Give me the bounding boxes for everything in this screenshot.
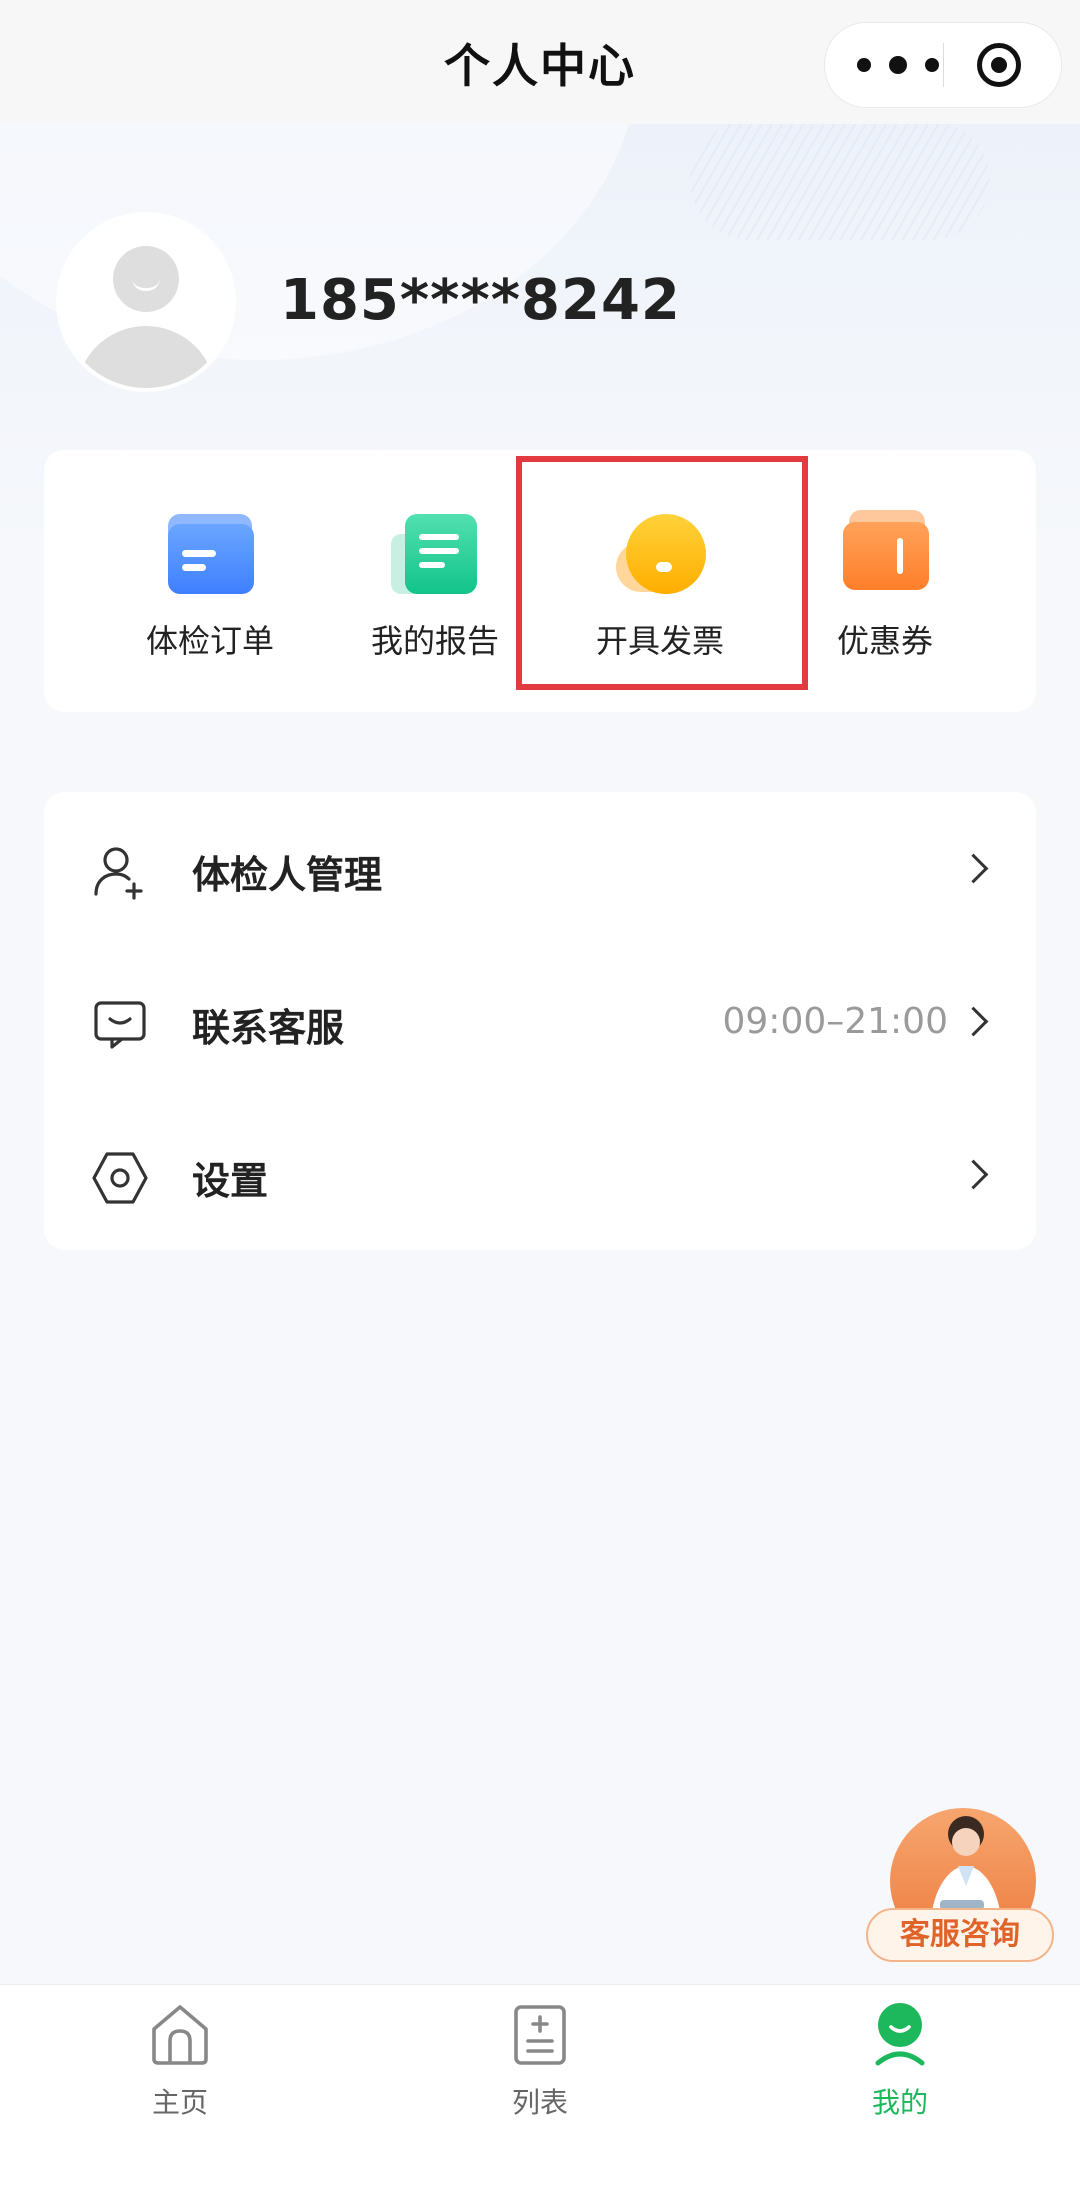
coupon-icon: [841, 508, 929, 596]
capsule-divider: [943, 43, 944, 87]
settings-hexagon-icon: [92, 1152, 148, 1204]
support-float-button[interactable]: 客服咨询: [866, 1790, 1056, 1970]
avatar-body: [76, 326, 216, 388]
tab-label: 主页: [151, 2086, 208, 2119]
tab-home[interactable]: 主页: [80, 1985, 280, 2135]
menu-item-contact-service[interactable]: 联系客服 09:00–21:00: [44, 945, 1036, 1097]
add-person-icon: [94, 847, 143, 900]
menu-item-examinee-management[interactable]: 体检人管理: [44, 792, 1036, 944]
nav-bar: 个人中心: [0, 0, 1080, 124]
service-hours: 09:00–21:00: [722, 1001, 949, 1042]
highlight-box: [516, 456, 808, 690]
shortcut-label: 优惠券: [836, 622, 933, 660]
menu-item-label: 设置: [192, 1159, 269, 1203]
tab-mine[interactable]: 我的: [800, 1985, 1000, 2135]
shortcut-orders[interactable]: 体检订单: [100, 450, 320, 712]
user-phone: 185****8242: [280, 268, 681, 333]
menu-list: 体检人管理 联系客服 09:00–21:00 设置: [44, 792, 1036, 1250]
profile-face-icon: [875, 2003, 925, 2066]
list-icon: [514, 2005, 566, 2065]
chevron-right-icon: [958, 1159, 989, 1190]
shortcut-label: 体检订单: [145, 622, 274, 660]
shortcut-label: 我的报告: [370, 622, 499, 660]
customer-service-icon: [94, 1001, 146, 1049]
shortcut-reports[interactable]: 我的报告: [325, 450, 545, 712]
support-label: 客服咨询: [866, 1908, 1054, 1962]
background-pattern: [690, 120, 990, 240]
menu-item-label: 体检人管理: [192, 853, 383, 897]
report-icon: [391, 508, 479, 596]
more-dots-icon[interactable]: [857, 51, 939, 79]
avatar[interactable]: [60, 216, 232, 388]
bottom-tab-bar: 主页 列表 我的: [0, 1984, 1080, 2191]
menu-item-settings[interactable]: 设置: [44, 1098, 1036, 1250]
chevron-right-icon: [958, 1006, 989, 1037]
home-icon: [152, 2005, 208, 2065]
tab-list[interactable]: 列表: [440, 1985, 640, 2135]
menu-item-label: 联系客服: [192, 1006, 345, 1050]
mini-program-capsule: [824, 22, 1062, 108]
target-icon[interactable]: [977, 43, 1021, 87]
folder-icon: [166, 508, 254, 596]
tab-label: 列表: [511, 2086, 568, 2119]
chevron-right-icon: [958, 853, 989, 884]
tab-label: 我的: [871, 2086, 928, 2119]
shortcut-coupons[interactable]: 优惠券: [775, 450, 995, 712]
